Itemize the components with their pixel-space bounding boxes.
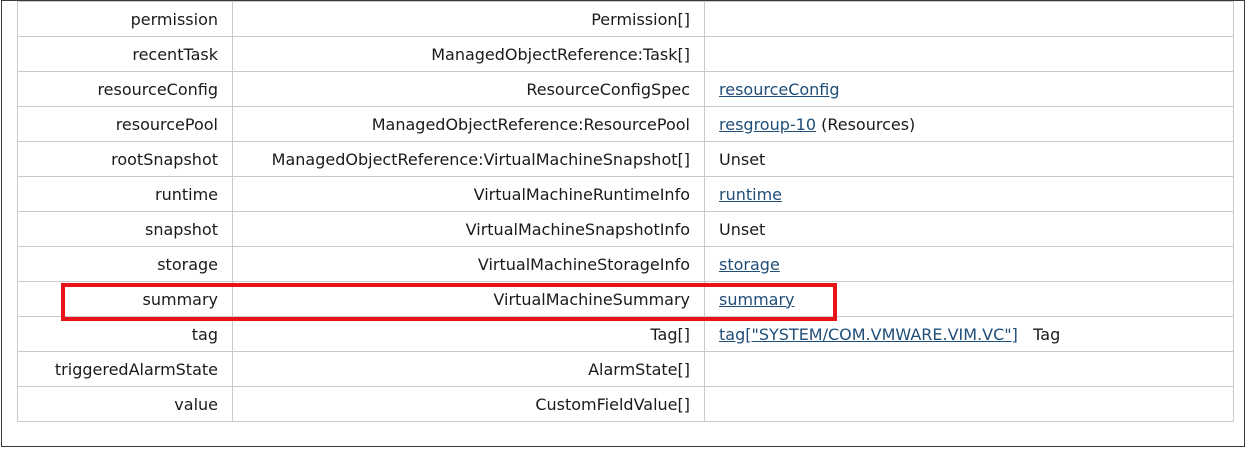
property-type: Permission[]	[232, 1, 705, 37]
property-value: storage	[704, 246, 1234, 282]
resource-config-link[interactable]: resourceConfig	[719, 80, 840, 99]
property-name: resourceConfig	[17, 71, 233, 107]
property-value: runtime	[704, 176, 1234, 212]
property-value	[704, 351, 1234, 387]
property-value	[704, 1, 1234, 37]
table-row: value CustomFieldValue[]	[17, 386, 1234, 422]
table-row: tag Tag[] tag["SYSTEM/COM.VMWARE.VIM.VC"…	[17, 316, 1234, 352]
property-type: VirtualMachineSummary	[232, 281, 705, 317]
property-name: permission	[17, 1, 233, 37]
property-value: Unset	[704, 211, 1234, 247]
property-type: VirtualMachineRuntimeInfo	[232, 176, 705, 212]
property-name: rootSnapshot	[17, 141, 233, 177]
table-row-summary: summary VirtualMachineSummary summary	[17, 281, 1234, 317]
property-type: VirtualMachineSnapshotInfo	[232, 211, 705, 247]
table-row: snapshot VirtualMachineSnapshotInfo Unse…	[17, 211, 1234, 247]
table-row: storage VirtualMachineStorageInfo storag…	[17, 246, 1234, 282]
properties-panel: permission Permission[] recentTask Manag…	[1, 0, 1245, 447]
table-row: permission Permission[]	[17, 1, 1234, 37]
property-type: Tag[]	[232, 316, 705, 352]
storage-link[interactable]: storage	[719, 255, 780, 274]
property-name: snapshot	[17, 211, 233, 247]
property-type: ResourceConfigSpec	[232, 71, 705, 107]
property-type: ManagedObjectReference:Task[]	[232, 36, 705, 72]
property-name: storage	[17, 246, 233, 282]
summary-link[interactable]: summary	[719, 290, 795, 309]
table-row: runtime VirtualMachineRuntimeInfo runtim…	[17, 176, 1234, 212]
runtime-link[interactable]: runtime	[719, 185, 782, 204]
resource-pool-label: (Resources)	[816, 114, 916, 134]
property-value	[704, 386, 1234, 422]
property-name: recentTask	[17, 36, 233, 72]
tag-link[interactable]: tag["SYSTEM/COM.VMWARE.VIM.VC"]	[719, 325, 1018, 344]
property-type: VirtualMachineStorageInfo	[232, 246, 705, 282]
property-type: AlarmState[]	[232, 351, 705, 387]
table-row: triggeredAlarmState AlarmState[]	[17, 351, 1234, 387]
property-name: value	[17, 386, 233, 422]
property-value	[704, 36, 1234, 72]
property-name: tag	[17, 316, 233, 352]
property-name: runtime	[17, 176, 233, 212]
table-row: resourcePool ManagedObjectReference:Reso…	[17, 106, 1234, 142]
property-type: CustomFieldValue[]	[232, 386, 705, 422]
properties-table: permission Permission[] recentTask Manag…	[17, 1, 1234, 422]
property-value: resourceConfig	[704, 71, 1234, 107]
table-row: resourceConfig ResourceConfigSpec resour…	[17, 71, 1234, 107]
property-value: summary	[704, 281, 1234, 317]
property-value: Unset	[704, 141, 1234, 177]
table-row: rootSnapshot ManagedObjectReference:Virt…	[17, 141, 1234, 177]
property-value: tag["SYSTEM/COM.VMWARE.VIM.VC"] Tag	[704, 316, 1234, 352]
property-name: triggeredAlarmState	[17, 351, 233, 387]
property-value: resgroup-10 (Resources)	[704, 106, 1234, 142]
property-name: summary	[17, 281, 233, 317]
tag-label: Tag	[1017, 324, 1061, 344]
table-row: recentTask ManagedObjectReference:Task[]	[17, 36, 1234, 72]
property-type: ManagedObjectReference:VirtualMachineSna…	[232, 141, 705, 177]
property-name: resourcePool	[17, 106, 233, 142]
resource-pool-link[interactable]: resgroup-10	[719, 115, 816, 134]
property-type: ManagedObjectReference:ResourcePool	[232, 106, 705, 142]
